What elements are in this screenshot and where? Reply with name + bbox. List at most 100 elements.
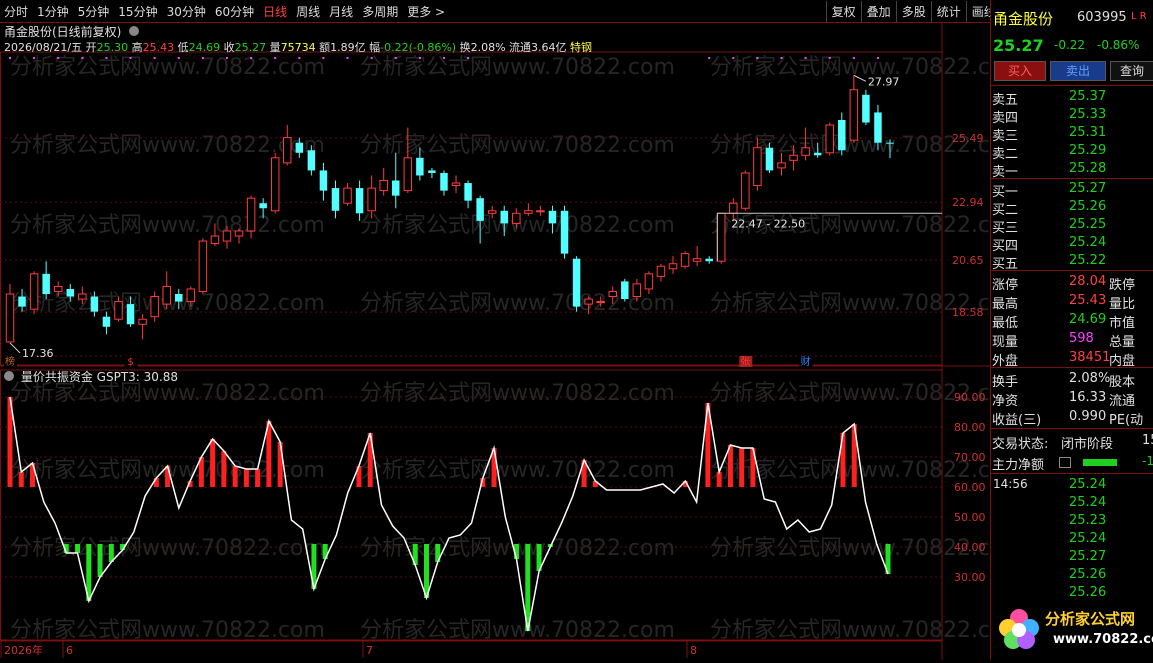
amount-label: 额 <box>319 41 331 54</box>
quote-row: 涨停 28.04 跌停 <box>991 273 1153 293</box>
quote-row: 卖四 25.33 <box>991 106 1153 126</box>
stat-label: 涨停 <box>992 278 1019 293</box>
candle-body-down <box>813 152 822 156</box>
tool-button[interactable]: 统计 <box>930 1 966 22</box>
settings-circle-icon[interactable] <box>129 26 140 36</box>
stat-value: 598 <box>1069 331 1094 346</box>
candle-body-down <box>705 258 713 262</box>
indicator-line <box>9 396 889 632</box>
indicator-bar-up <box>243 469 249 487</box>
stat-label-2: 量比 <box>1109 297 1136 312</box>
period-tab[interactable]: 多周期 <box>362 3 398 20</box>
stat-label-2: 市值 <box>1109 316 1136 331</box>
indicator-settings-icon[interactable] <box>4 371 14 381</box>
candle-body-up <box>632 283 642 298</box>
tool-button[interactable]: 叠加 <box>860 1 896 22</box>
signal-dot <box>852 57 855 59</box>
candle-body-up <box>777 162 786 169</box>
candle-body-up <box>5 293 15 343</box>
candle-body-down <box>307 150 316 171</box>
top-toolbar: 分时 1分钟 5分钟 15分钟 30分钟 60分钟 日线 周线 月线 多周期 更多 > 复权 叠加 多股… <box>0 0 1153 23</box>
candle-body-down <box>500 210 508 224</box>
period-tab[interactable]: 分时 <box>4 3 28 20</box>
main-flow-value: -1 <box>1142 454 1153 468</box>
stock-name: 甬金股份 <box>993 10 1054 28</box>
candle-body-up <box>222 230 232 242</box>
candle-body-up <box>53 285 63 292</box>
watermark-text: 分析家公式网www.70822.com <box>360 133 675 158</box>
trade-status-value: 闭市阶段 <box>1061 437 1114 452</box>
tick-price: 25.24 <box>1069 495 1107 510</box>
chart-area[interactable]: 分析家公式网www.70822.com 分析家公式网www.70822.com 分析… <box>0 22 1025 660</box>
change-label: 幅 <box>369 41 381 54</box>
stat-label: 最低 <box>992 316 1019 331</box>
candle-body-down <box>90 296 99 312</box>
period-tabs: 分时 1分钟 5分钟 15分钟 30分钟 60分钟 日线 周线 月线 多周期 更多 > <box>4 3 445 20</box>
quote-row: 25.26 <box>991 566 1153 584</box>
quote-title-row: 甬金股份 603995 L R <box>991 7 1153 28</box>
candle-body-up <box>656 265 666 277</box>
site-logo[interactable]: 分析家公式网 www.70822.com <box>991 600 1153 660</box>
bid-price: 25.24 <box>1069 235 1107 250</box>
signal-dot <box>467 57 470 59</box>
query-button[interactable]: 查询 <box>1110 61 1153 81</box>
period-tab[interactable]: 1分钟 <box>37 3 69 20</box>
candle-body-down <box>102 316 111 327</box>
candle-body-down <box>476 198 484 221</box>
amount-value: 1.89亿 <box>330 41 366 54</box>
trade-status-num: 15 <box>1142 433 1153 448</box>
buy-button[interactable]: 买入 <box>994 61 1046 81</box>
open-label: 开 <box>85 41 97 54</box>
price-row: 25.27 -0.22 -0.86% <box>991 35 1153 55</box>
quote-panel: 甬金股份 603995 L R 25.27 -0.22 -0.86% 买入 卖出… <box>990 0 1153 660</box>
event-marker: 张 <box>740 356 750 368</box>
candle-body-up <box>367 187 376 212</box>
ask-price: 25.37 <box>1069 89 1107 104</box>
indicator-axis-label: 50.00 <box>954 511 986 524</box>
period-tab[interactable]: 30分钟 <box>167 3 206 20</box>
candle-body-down <box>440 172 448 191</box>
period-tab[interactable]: 更多 > <box>407 3 445 20</box>
volume-label: 量 <box>269 41 281 54</box>
candle-body-down <box>464 183 472 201</box>
kline-chart-svg[interactable]: 分析家公式网www.70822.com 分析家公式网www.70822.com 分析… <box>0 22 1025 660</box>
quote-row: 25.24 <box>991 476 1153 494</box>
turnover-value: 2.08% <box>470 41 506 54</box>
period-tab[interactable]: 5分钟 <box>78 3 110 20</box>
candle-body-down <box>175 294 183 302</box>
signal-dot <box>250 57 253 59</box>
finance-label-2: 流通 <box>1109 394 1136 409</box>
candle-body-up <box>246 197 256 232</box>
tick-price: 25.24 <box>1069 477 1107 492</box>
watermark-text: 分析家公式网www.70822.com <box>10 618 325 643</box>
period-tab[interactable]: 月线 <box>329 3 353 20</box>
candle-body-up <box>29 273 39 310</box>
tick-price: 25.24 <box>1069 531 1107 546</box>
bid-price: 25.22 <box>1069 253 1107 268</box>
candle-body-up <box>283 137 292 164</box>
sector-tag[interactable]: 特钢 <box>570 41 592 54</box>
stock-code: 603995 <box>1077 10 1127 25</box>
bid-price: 25.25 <box>1069 217 1107 232</box>
period-tab[interactable]: 60分钟 <box>215 3 254 20</box>
period-tab[interactable]: 日线 <box>263 3 287 20</box>
candle-body-down <box>572 258 581 307</box>
tool-button[interactable]: 复权 <box>825 1 861 22</box>
signal-dot <box>346 57 349 59</box>
signal-dot <box>274 57 277 59</box>
quote-row: 买三 25.25 <box>991 216 1153 236</box>
signal-dot <box>370 57 373 59</box>
menu-icon[interactable] <box>1059 457 1071 468</box>
watermark-text: 分析家公式网www.70822.com <box>360 458 675 483</box>
candle-body-up <box>536 210 545 213</box>
period-tab[interactable]: 15分钟 <box>118 3 157 20</box>
period-tab[interactable]: 周线 <box>296 3 320 20</box>
indicator-name: 量价共振资金 <box>20 370 93 384</box>
finance-value: 16.33 <box>1069 390 1107 405</box>
candle-body-up <box>198 240 208 292</box>
high-value: 25.43 <box>142 41 175 54</box>
sell-button[interactable]: 卖出 <box>1050 61 1106 81</box>
tool-button[interactable]: 多股 <box>895 1 931 22</box>
event-marker: 财 <box>801 355 811 368</box>
indicator-bar-down <box>97 544 103 577</box>
